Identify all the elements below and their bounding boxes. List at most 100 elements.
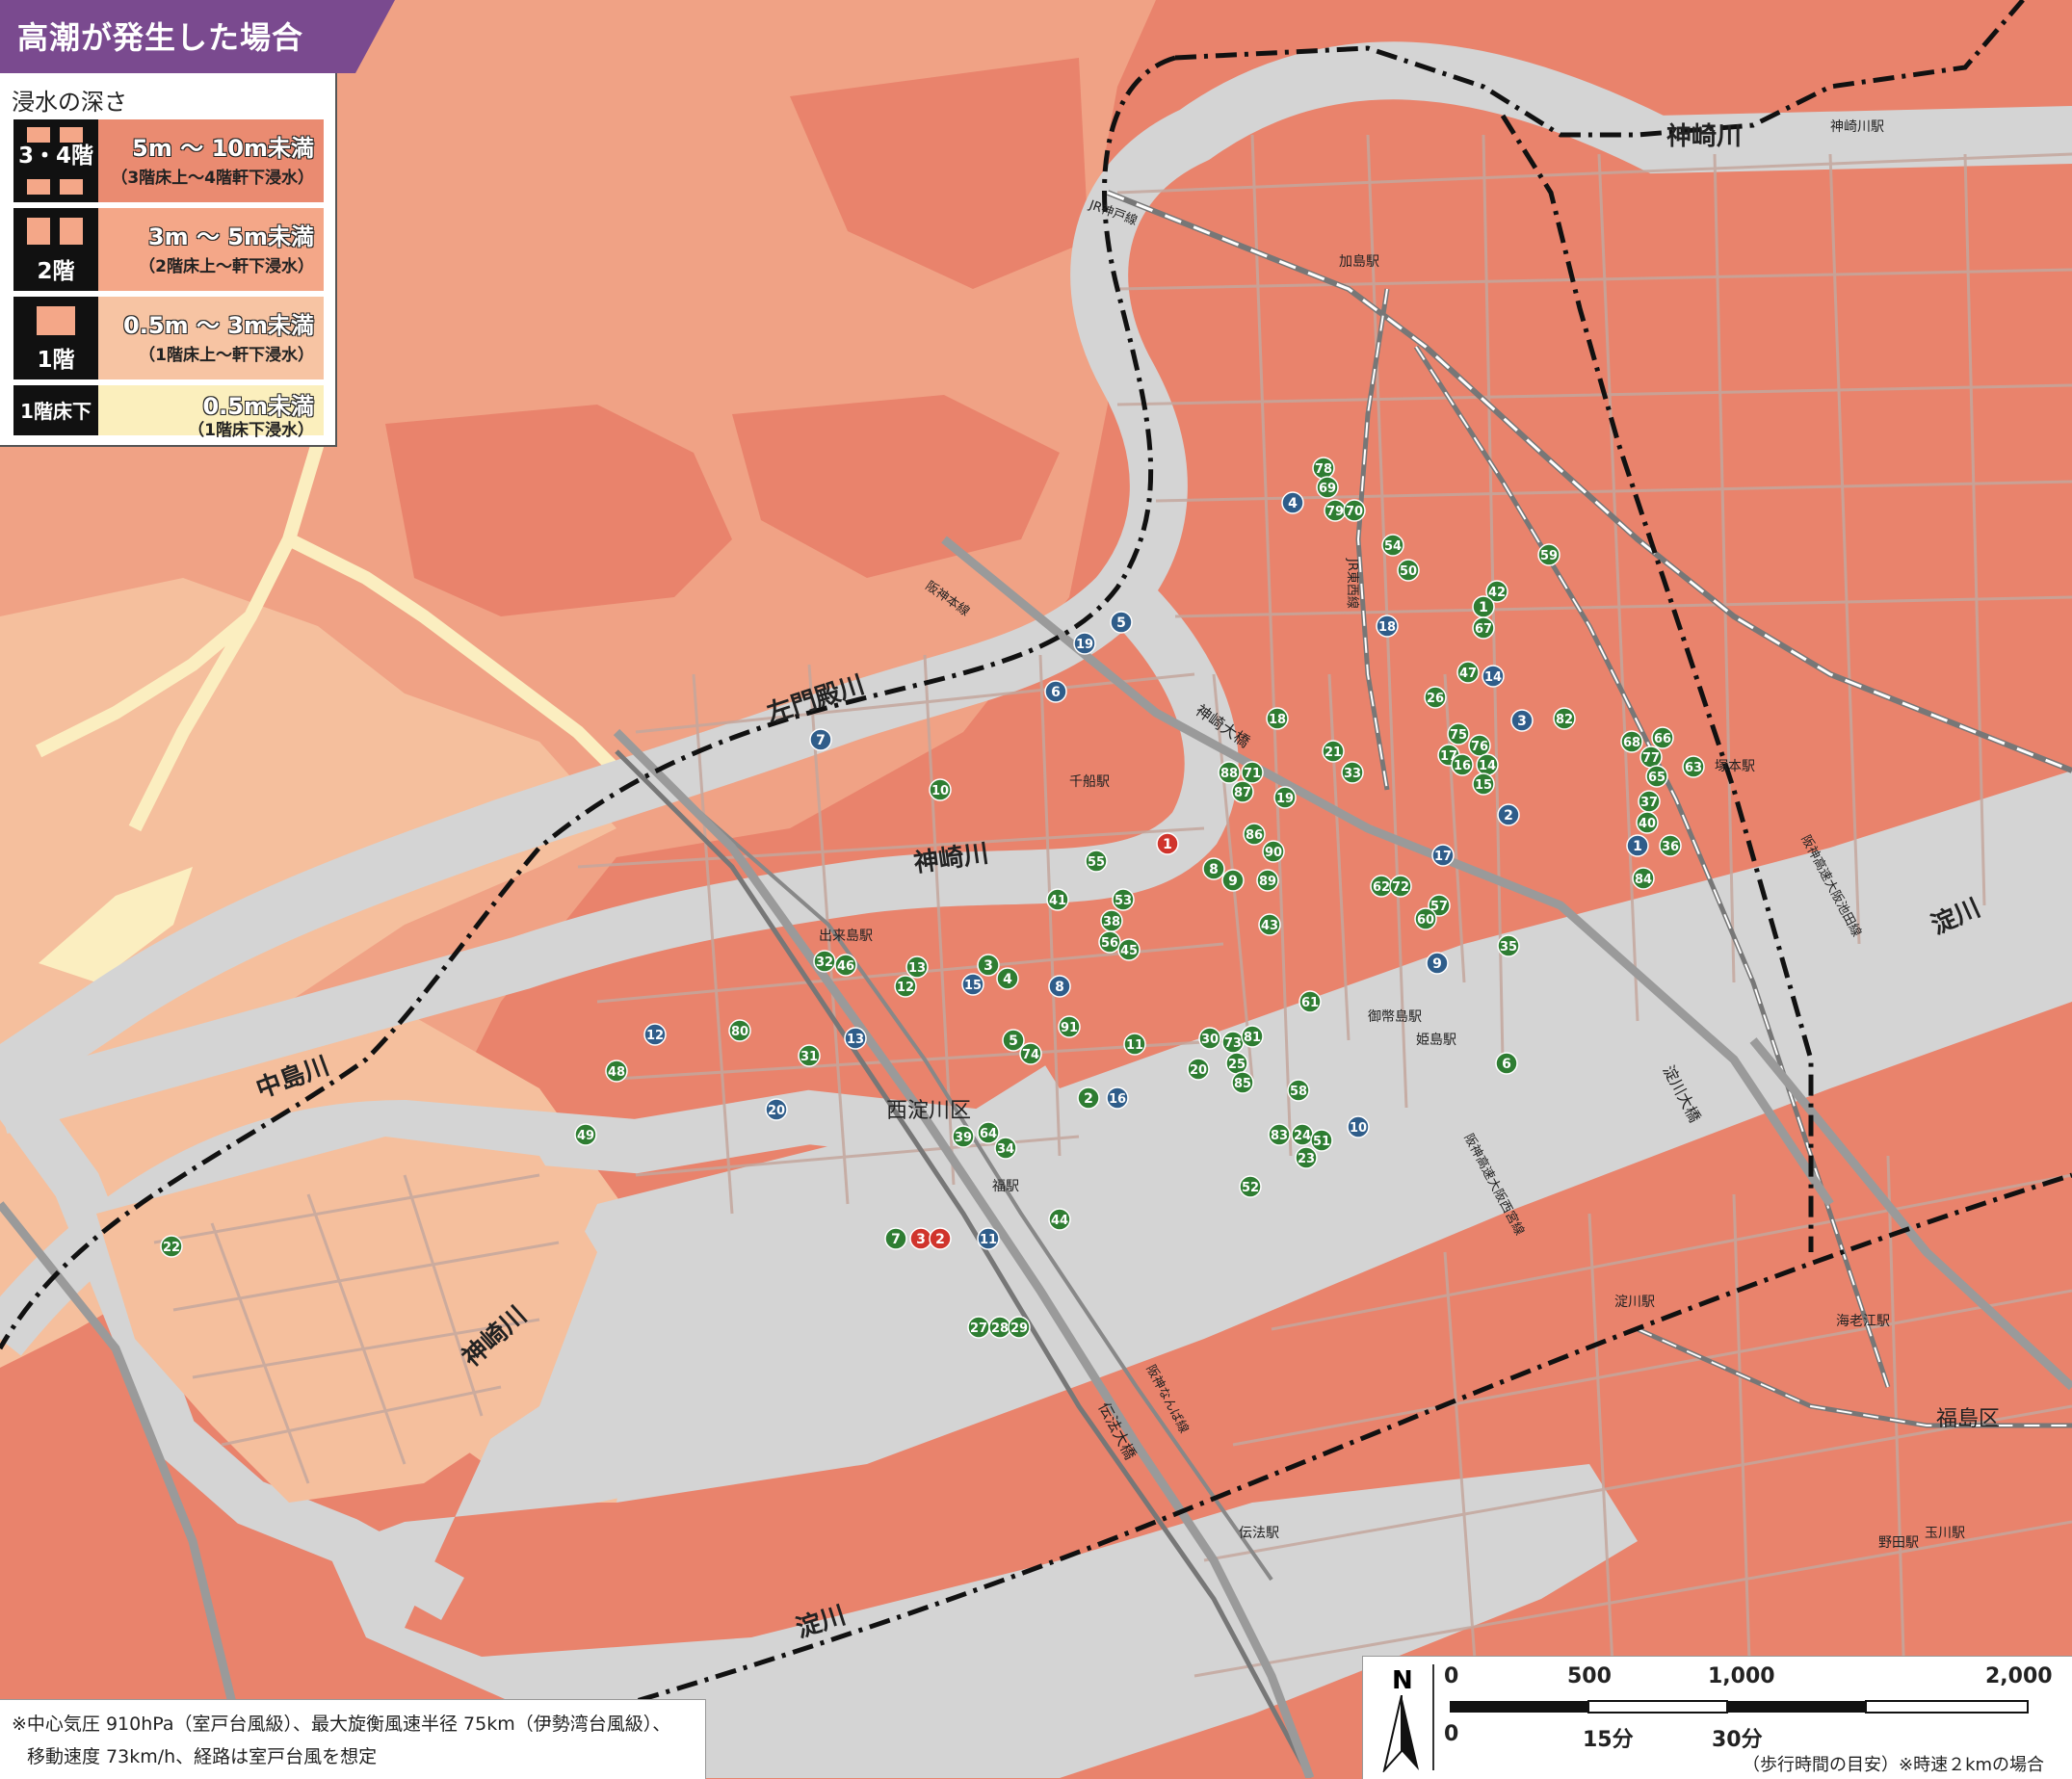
shelter-marker[interactable]: 63 <box>1682 755 1705 778</box>
shelter-marker[interactable]: 3 <box>1510 709 1534 732</box>
shelter-marker[interactable]: 55 <box>1085 850 1108 873</box>
shelter-marker[interactable]: 73 <box>1221 1031 1245 1054</box>
shelter-marker[interactable]: 36 <box>1659 834 1682 857</box>
shelter-marker[interactable]: 15 <box>1472 772 1495 796</box>
shelter-marker[interactable]: 16 <box>1451 753 1474 776</box>
shelter-marker[interactable]: 14 <box>1482 665 1505 688</box>
shelter-marker[interactable]: 78 <box>1312 457 1335 480</box>
shelter-marker[interactable]: 47 <box>1456 661 1480 684</box>
shelter-marker[interactable]: 38 <box>1100 909 1123 932</box>
shelter-marker[interactable]: 81 <box>1241 1025 1264 1048</box>
shelter-marker[interactable]: 44 <box>1048 1208 1071 1231</box>
shelter-marker[interactable]: 5 <box>1002 1029 1025 1052</box>
shelter-marker[interactable]: 37 <box>1638 790 1661 813</box>
shelter-marker[interactable]: 17 <box>1431 844 1455 867</box>
shelter-marker[interactable]: 33 <box>1341 761 1364 784</box>
shelter-marker[interactable]: 89 <box>1256 869 1279 892</box>
shelter-marker[interactable]: 54 <box>1381 534 1404 557</box>
shelter-marker[interactable]: 3 <box>977 954 1000 977</box>
shelter-marker[interactable]: 8 <box>1202 857 1225 880</box>
shelter-marker[interactable]: 72 <box>1389 875 1412 898</box>
shelter-marker[interactable]: 80 <box>728 1019 751 1042</box>
shelter-marker[interactable]: 16 <box>1106 1086 1129 1110</box>
shelter-marker[interactable]: 20 <box>1187 1058 1210 1081</box>
shelter-marker[interactable]: 7 <box>884 1227 907 1250</box>
shelter-marker[interactable]: 7 <box>809 728 832 751</box>
shelter-marker[interactable]: 58 <box>1287 1079 1310 1102</box>
shelter-marker[interactable]: 20 <box>765 1098 788 1121</box>
shelter-marker[interactable]: 56 <box>1098 930 1121 954</box>
shelter-marker[interactable]: 26 <box>1424 686 1447 709</box>
shelter-marker[interactable]: 88 <box>1218 761 1241 784</box>
shelter-marker[interactable]: 79 <box>1324 499 1347 522</box>
shelter-marker[interactable]: 2 <box>1497 803 1520 826</box>
shelter-marker[interactable]: 53 <box>1112 888 1135 911</box>
shelter-marker[interactable]: 40 <box>1636 811 1659 834</box>
shelter-marker[interactable]: 86 <box>1243 823 1266 846</box>
shelter-marker[interactable]: 12 <box>894 975 917 998</box>
shelter-marker[interactable]: 10 <box>929 778 952 801</box>
shelter-marker[interactable]: 19 <box>1273 786 1297 809</box>
shelter-marker[interactable]: 21 <box>1322 740 1345 763</box>
shelter-marker[interactable]: 41 <box>1046 888 1069 911</box>
shelter-marker[interactable]: 15 <box>961 973 984 996</box>
shelter-marker[interactable]: 68 <box>1620 730 1643 753</box>
shelter-marker[interactable]: 74 <box>1019 1042 1042 1065</box>
shelter-marker[interactable]: 6 <box>1495 1052 1518 1075</box>
shelter-marker[interactable]: 85 <box>1231 1071 1254 1094</box>
shelter-marker[interactable]: 91 <box>1058 1015 1081 1038</box>
shelter-marker[interactable]: 19 <box>1073 632 1096 655</box>
shelter-marker[interactable]: 70 <box>1343 499 1366 522</box>
shelter-marker[interactable]: 31 <box>798 1044 821 1067</box>
shelter-marker[interactable]: 82 <box>1553 707 1576 730</box>
shelter-marker[interactable]: 61 <box>1298 990 1322 1013</box>
shelter-marker[interactable]: 77 <box>1639 746 1663 769</box>
shelter-marker[interactable]: 29 <box>1008 1316 1031 1339</box>
shelter-marker[interactable]: 75 <box>1447 722 1470 746</box>
shelter-marker[interactable]: 50 <box>1397 559 1420 582</box>
shelter-marker[interactable]: 76 <box>1468 734 1491 757</box>
shelter-marker[interactable]: 11 <box>977 1227 1000 1250</box>
shelter-marker[interactable]: 4 <box>1281 491 1304 514</box>
shelter-marker[interactable]: 67 <box>1472 616 1495 640</box>
shelter-marker[interactable]: 24 <box>1291 1123 1314 1146</box>
shelter-marker[interactable]: 27 <box>967 1316 990 1339</box>
shelter-marker[interactable]: 9 <box>1221 869 1245 892</box>
shelter-marker[interactable]: 14 <box>1476 753 1499 776</box>
shelter-marker[interactable]: 51 <box>1310 1129 1333 1152</box>
shelter-marker[interactable]: 46 <box>834 954 857 977</box>
shelter-marker[interactable]: 1 <box>1156 832 1179 855</box>
shelter-marker[interactable]: 66 <box>1651 726 1674 749</box>
shelter-marker[interactable]: 49 <box>574 1123 597 1146</box>
shelter-marker[interactable]: 39 <box>952 1125 975 1148</box>
shelter-marker[interactable]: 22 <box>160 1235 183 1258</box>
shelter-marker[interactable]: 87 <box>1231 780 1254 803</box>
shelter-marker[interactable]: 18 <box>1376 615 1399 638</box>
shelter-marker[interactable]: 4 <box>996 967 1019 990</box>
shelter-marker[interactable]: 6 <box>1044 680 1067 703</box>
shelter-marker[interactable]: 11 <box>1123 1033 1146 1056</box>
shelter-marker[interactable]: 69 <box>1316 476 1339 499</box>
shelter-marker[interactable]: 45 <box>1117 938 1141 961</box>
shelter-marker[interactable]: 65 <box>1645 765 1668 788</box>
shelter-marker[interactable]: 60 <box>1414 907 1437 930</box>
shelter-marker[interactable]: 64 <box>977 1121 1000 1144</box>
shelter-marker[interactable]: 83 <box>1268 1123 1291 1146</box>
shelter-marker[interactable]: 90 <box>1262 840 1285 863</box>
shelter-marker[interactable]: 30 <box>1198 1027 1221 1050</box>
shelter-marker[interactable]: 2 <box>1077 1086 1100 1110</box>
shelter-marker[interactable]: 23 <box>1295 1146 1318 1169</box>
shelter-marker[interactable]: 32 <box>813 950 836 973</box>
shelter-marker[interactable]: 59 <box>1537 543 1561 566</box>
shelter-marker[interactable]: 34 <box>994 1137 1017 1160</box>
shelter-marker[interactable]: 1 <box>1626 834 1649 857</box>
shelter-marker[interactable]: 13 <box>905 955 929 979</box>
shelter-marker[interactable]: 62 <box>1370 875 1393 898</box>
shelter-marker[interactable]: 12 <box>643 1023 667 1046</box>
shelter-marker[interactable]: 48 <box>605 1060 628 1083</box>
shelter-marker[interactable]: 35 <box>1497 934 1520 957</box>
shelter-marker[interactable]: 8 <box>1048 975 1071 998</box>
shelter-marker[interactable]: 3 <box>909 1227 932 1250</box>
shelter-marker[interactable]: 25 <box>1225 1052 1248 1075</box>
shelter-marker[interactable]: 9 <box>1426 952 1449 975</box>
